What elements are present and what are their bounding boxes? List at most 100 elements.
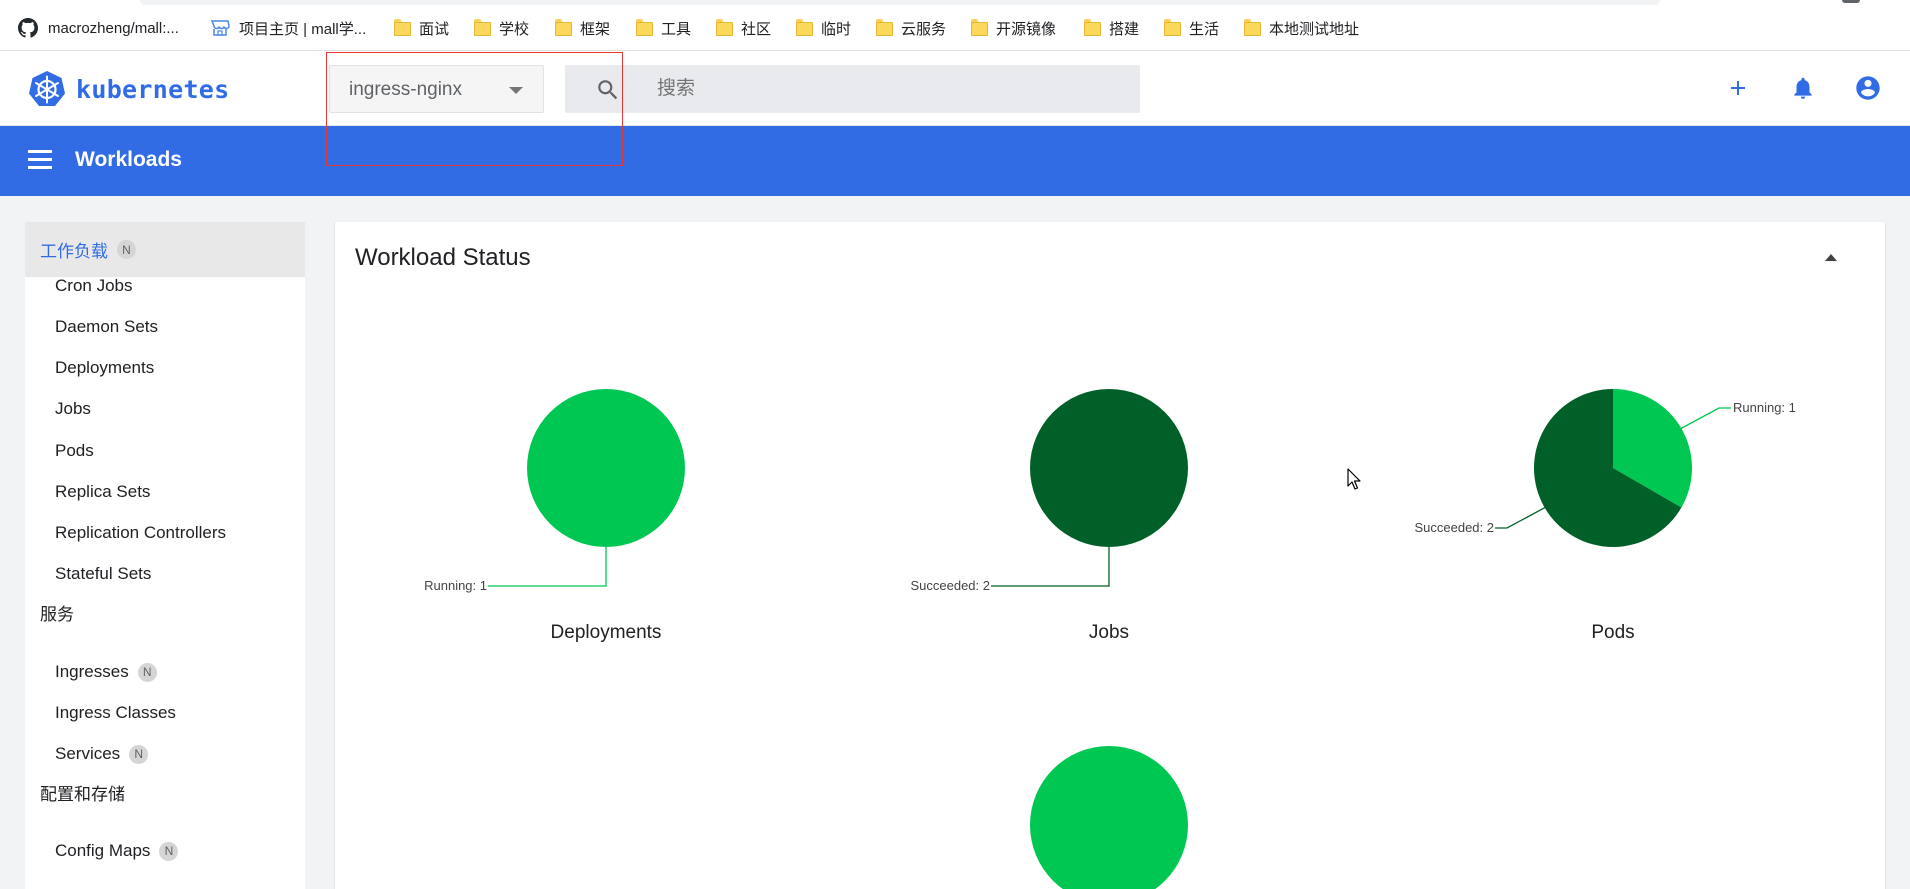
bookmark-label: 学校 [499, 20, 530, 38]
kubernetes-logo[interactable]: kubernetes [28, 70, 230, 108]
bookmark-label: 面试 [419, 20, 450, 38]
sidebar-item-label: Jobs [55, 399, 91, 418]
pie-label-line [488, 547, 607, 587]
sidebar-item-ingress-classes[interactable]: Ingress Classes [55, 701, 176, 725]
folder-icon [636, 19, 653, 36]
menu-icon[interactable] [28, 150, 52, 170]
workload-status-card: Workload Status Running: 1 Succeeded: 2 Ru… [335, 222, 1885, 889]
create-button[interactable] [1723, 73, 1753, 103]
pie-label: Succeeded: 2 [910, 578, 990, 593]
profile-edge [1842, 0, 1860, 3]
sidebar-item-ingresses[interactable]: Ingresses N [55, 660, 157, 684]
bookmark-folder[interactable]: 社区 [716, 17, 771, 39]
folder-icon [716, 19, 733, 36]
pie-label: Running: 1 [424, 578, 487, 593]
sidebar-item-config-storage-category[interactable]: 配置和存储 [25, 765, 305, 820]
bookmarks-bar: macrozheng/mall:... 项目主页 | mall学... 面试 学… [0, 0, 1910, 51]
bookmark-label: 云服务 [901, 20, 947, 38]
store-icon [210, 18, 230, 38]
bookmark-folder[interactable]: 工具 [636, 17, 691, 39]
pie-label-line [1679, 407, 1731, 430]
folder-icon [971, 19, 988, 36]
bookmark-folder[interactable]: 云服务 [876, 17, 946, 39]
bookmark-label: 框架 [580, 20, 611, 38]
search-input[interactable] [657, 65, 1127, 113]
address-bar-edge [140, 0, 1660, 5]
sidebar-item-deployments[interactable]: Deployments [55, 356, 154, 380]
bookmark-label: 工具 [661, 20, 692, 38]
kubernetes-helm-icon [28, 70, 66, 108]
namespaced-badge: N [137, 662, 157, 682]
folder-icon [1244, 19, 1261, 36]
sidebar-item-services-category[interactable]: 服务 [25, 585, 305, 640]
notifications-button[interactable] [1788, 73, 1818, 103]
pie-slice [1030, 746, 1188, 889]
bookmark-folder[interactable]: 面试 [394, 17, 449, 39]
sidebar-item-replica-sets[interactable]: Replica Sets [55, 480, 150, 504]
bookmark-folder[interactable]: 本地测试地址 [1244, 17, 1359, 39]
sidebar-item-cron-jobs[interactable]: Cron Jobs [55, 274, 132, 298]
workload-charts: Running: 1 Succeeded: 2 Running: 1 Succeede… [424, 389, 1796, 889]
sidebar-item-daemon-sets[interactable]: Daemon Sets [55, 315, 158, 339]
bookmark-label: 项目主页 | mall学... [239, 20, 367, 38]
bookmark-folder[interactable]: 搭建 [1084, 17, 1139, 39]
sidebar-item-pods[interactable]: Pods [55, 439, 94, 463]
search-icon [595, 77, 621, 108]
pie-label: Succeeded: 2 [1414, 520, 1494, 535]
namespace-select[interactable]: ingress-nginx [329, 65, 544, 113]
bookmark-folder[interactable]: 生活 [1164, 17, 1219, 39]
sidebar-item-label: Replica Sets [55, 482, 151, 501]
bookmark-mall-project[interactable]: 项目主页 | mall学... [210, 17, 366, 39]
folder-icon [1164, 19, 1181, 36]
bookmark-folder[interactable]: 开源镜像 [971, 17, 1056, 39]
search-box[interactable] [565, 65, 1140, 113]
namespaced-badge: N [159, 841, 179, 861]
chart-title-jobs: Jobs [1088, 622, 1130, 643]
namespaced-badge: N [129, 744, 149, 764]
namespaced-badge: N [117, 240, 136, 259]
sidebar-item-workloads[interactable]: 工作负载 N [25, 222, 305, 277]
pie-slice [1030, 389, 1188, 547]
bell-icon [1794, 77, 1812, 99]
bookmark-label: macrozheng/mall:... [48, 19, 179, 37]
bookmark-label: 搭建 [1109, 20, 1140, 38]
sidebar-item-config-maps[interactable]: Config Maps N [55, 839, 179, 863]
plus-icon [1731, 81, 1745, 95]
mouse-cursor-icon [1347, 468, 1361, 490]
sidebar-item-replication-controllers[interactable]: Replication Controllers [55, 521, 226, 545]
folder-icon [474, 19, 491, 36]
sidebar-item-label: Replication Controllers [55, 523, 227, 542]
bookmark-folder[interactable]: 框架 [555, 17, 610, 39]
bookmark-label: 生活 [1189, 20, 1220, 38]
chevron-down-icon [509, 87, 523, 94]
bookmark-label: 开源镜像 [996, 20, 1057, 38]
sidebar-item-label: 配置和存储 [40, 785, 125, 804]
account-button[interactable] [1853, 73, 1883, 103]
sidebar-item-stateful-sets[interactable]: Stateful Sets [55, 562, 151, 586]
bookmark-folder[interactable]: 临时 [796, 17, 851, 39]
sidebar-item-services[interactable]: Services N [55, 742, 149, 766]
sidebar-item-label: Cron Jobs [55, 276, 133, 295]
sidebar-item-jobs[interactable]: Jobs [55, 397, 91, 421]
bookmark-github[interactable]: macrozheng/mall:... [18, 17, 179, 39]
logo-text: kubernetes [76, 74, 230, 104]
sidebar-item-label: Services [55, 744, 121, 763]
sidebar-item-label: Daemon Sets [55, 317, 158, 336]
folder-icon [394, 19, 411, 36]
folder-icon [1084, 19, 1101, 36]
folder-icon [876, 19, 893, 36]
sidebar-item-label: 服务 [40, 605, 74, 624]
sidebar-item-label: Config Maps [55, 841, 151, 860]
namespace-value: ingress-nginx [349, 79, 462, 100]
sidebar-item-label: Ingress Classes [55, 703, 176, 722]
page-title: Workloads [75, 148, 182, 171]
main-content: 工作负载 N Cron Jobs Daemon Sets Deployments… [0, 196, 1910, 889]
chart-title-pods: Pods [1591, 622, 1635, 643]
sidebar-item-label: 工作负载 [40, 242, 108, 261]
bookmark-folder[interactable]: 学校 [474, 17, 529, 39]
sidebar: 工作负载 N Cron Jobs Daemon Sets Deployments… [25, 222, 305, 889]
sidebar-item-label: Ingresses [55, 662, 129, 681]
sidebar-item-label: Stateful Sets [55, 564, 152, 583]
account-circle-icon [1856, 76, 1880, 100]
pie-label-line [991, 547, 1110, 587]
